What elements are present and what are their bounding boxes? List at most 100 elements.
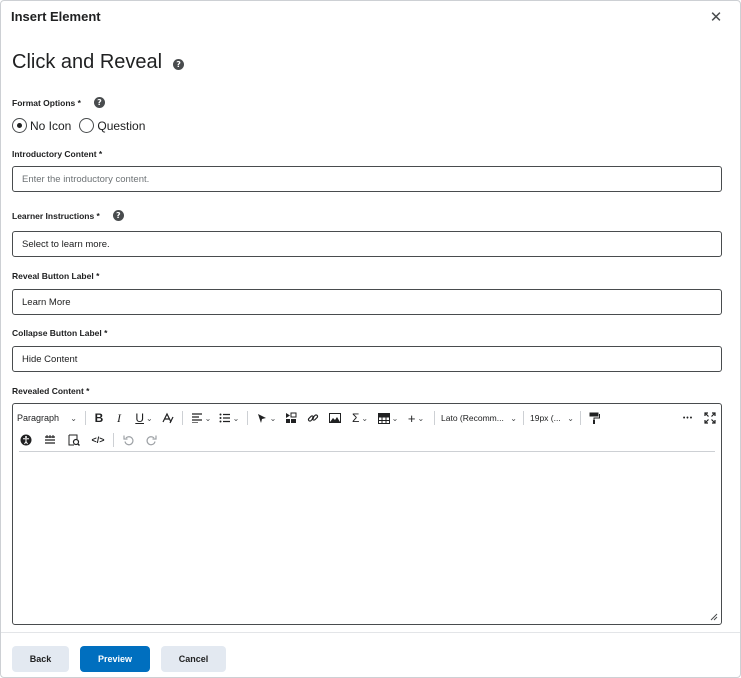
chevron-down-icon: ⌄ [232,413,240,423]
chevron-down-icon: ⌄ [70,413,77,423]
radio-no-icon[interactable]: No Icon [12,118,71,133]
page-title-text: Click and Reveal [12,51,163,73]
preview-source-button[interactable] [61,431,87,449]
radio-selected-dot [17,123,22,128]
format-options-radio-group: No Icon Question [12,118,153,133]
reveal-button-label-input[interactable] [12,289,722,315]
radio-no-icon-label: No Icon [30,118,72,133]
fullscreen-button[interactable] [699,409,721,427]
insert-element-dialog: Insert Element ✕ Click and Reveal ? Form… [0,0,741,678]
insert-media-button[interactable] [280,409,302,427]
word-count-button[interactable] [39,431,61,449]
chevron-down-icon: ⌄ [391,413,399,423]
resize-handle-icon[interactable] [708,611,718,621]
table-icon [377,412,390,424]
collapse-button-label-label: Collapse Button Label * [12,328,107,338]
undo-icon [123,435,134,446]
chevron-down-icon: ⌄ [567,413,574,423]
word-count-icon [45,435,55,444]
page-title: Click and Reveal ? [12,51,185,74]
accessibility-icon [20,434,32,446]
font-size-value: 19px (... [530,413,561,423]
learner-instructions-label: Learner Instructions * ? [12,210,124,221]
toolbar-divider [523,411,524,425]
toolbar-divider [247,411,248,425]
back-button[interactable]: Back [12,646,69,672]
format-painter-button[interactable] [585,409,603,427]
align-dropdown[interactable]: ⌄ [187,409,215,427]
redo-button[interactable] [140,431,162,449]
radio-question[interactable]: Question [79,118,145,133]
radio-question-indicator[interactable] [79,118,95,133]
toolbar-divider [434,411,435,425]
toolbar-divider [85,411,86,425]
rich-text-editor: Paragraph ⌄ B I U ⌄ ⌄ ⌄ ⌄ Σ ⌄ ⌄ + ⌄ Lato… [12,403,722,625]
align-left-icon [191,413,202,423]
paragraph-format-value: Paragraph [17,413,60,423]
equation-dropdown[interactable]: Σ ⌄ [346,409,374,427]
table-dropdown[interactable]: ⌄ [374,409,402,427]
collapse-button-label-text: Collapse Button Label * [12,328,108,338]
source-code-icon: </> [91,435,105,445]
underline-icon: U [135,411,144,425]
help-icon[interactable]: ? [173,58,185,70]
source-code-button[interactable]: </> [87,431,109,449]
editor-content-area[interactable] [13,452,721,624]
chevron-down-icon: ⌄ [510,413,517,423]
reveal-button-label-text: Reveal Button Label * [12,271,100,281]
paint-roller-icon [589,412,600,424]
close-icon[interactable]: ✕ [708,9,724,27]
cancel-button[interactable]: Cancel [161,646,226,672]
undo-button[interactable] [118,431,140,449]
editor-toolbar-row-2: </> [13,430,162,450]
fullscreen-icon [704,412,716,424]
editor-toolbar-row-1: Paragraph ⌄ B I U ⌄ ⌄ ⌄ ⌄ Σ ⌄ ⌄ + ⌄ Lato… [13,408,721,428]
insert-link-button[interactable] [302,409,324,427]
learner-instructions-input[interactable] [12,231,722,257]
insert-image-button[interactable] [324,409,346,427]
more-actions-button[interactable]: ••• [677,409,699,427]
bold-button[interactable]: B [90,409,108,427]
insert-stuff-icon [257,414,266,423]
introductory-content-label-text: Introductory Content * [12,149,103,159]
introductory-content-input[interactable] [12,166,722,192]
sigma-icon: Σ [351,411,360,425]
font-family-dropdown[interactable]: Lato (Recomm... ⌄ [439,409,519,427]
text-color-button[interactable] [158,409,178,427]
revealed-content-label: Revealed Content * [12,386,89,396]
list-dropdown[interactable]: ⌄ [215,409,243,427]
learner-instructions-help-icon[interactable]: ? [112,210,124,221]
link-icon [307,414,319,422]
insert-more-dropdown[interactable]: + ⌄ [402,409,430,427]
find-document-icon [68,434,80,446]
image-icon [329,413,341,423]
underline-button[interactable]: U ⌄ [130,409,158,427]
format-options-help-icon[interactable]: ? [93,97,105,108]
collapse-button-label-input[interactable] [12,346,722,372]
introductory-content-label: Introductory Content * [12,149,102,159]
media-icon [286,412,297,423]
dialog-title: Insert Element [11,9,101,24]
radio-question-label: Question [97,118,146,133]
text-color-icon [162,412,174,424]
toolbar-divider [580,411,581,425]
toolbar-divider [182,411,183,425]
insert-stuff-dropdown[interactable]: ⌄ [252,409,280,427]
toolbar-divider [113,433,114,447]
format-options-label: Format Options * ? [12,97,105,108]
chevron-down-icon: ⌄ [204,413,212,423]
preview-button[interactable]: Preview [80,646,150,672]
revealed-content-label-text: Revealed Content * [12,386,90,396]
format-options-label-text: Format Options * [12,97,81,108]
font-size-dropdown[interactable]: 19px (... ⌄ [528,409,576,427]
footer-divider [1,632,740,633]
italic-button[interactable]: I [108,409,130,427]
radio-no-icon-indicator[interactable] [12,118,27,133]
chevron-down-icon: ⌄ [145,413,153,423]
reveal-button-label-label: Reveal Button Label * [12,271,99,281]
redo-icon [146,435,157,446]
paragraph-format-dropdown[interactable]: Paragraph ⌄ [13,409,81,427]
chevron-down-icon: ⌄ [269,413,277,423]
accessibility-checker-button[interactable] [13,431,39,449]
learner-instructions-label-text: Learner Instructions * [12,210,100,221]
